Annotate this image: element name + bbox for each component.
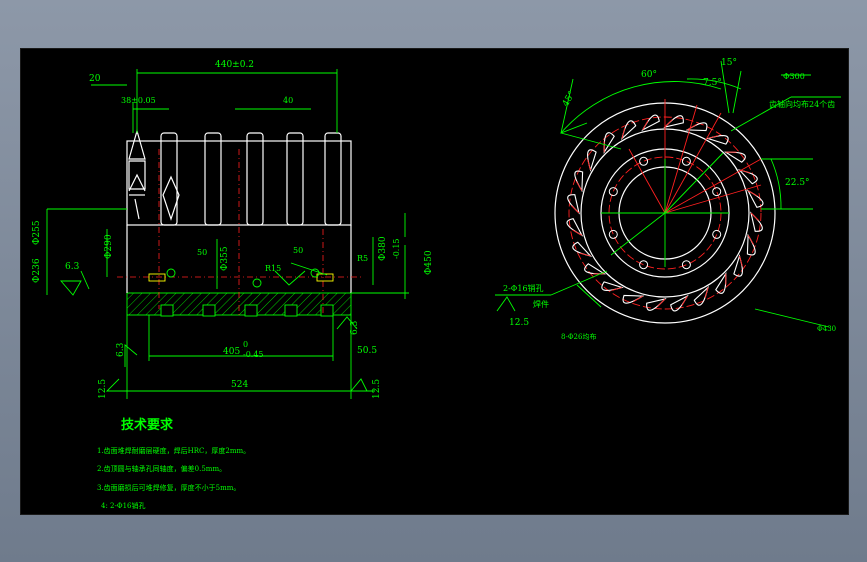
bolt-hole: [681, 156, 691, 166]
bolt-hole: [608, 187, 618, 197]
bolt-hole: [712, 229, 722, 239]
label-bottom-left: 8-Φ26均布: [561, 332, 596, 341]
dim-left-offset: 20: [89, 74, 101, 84]
gear-tooth: [584, 263, 607, 275]
dim-r15: R15: [265, 264, 281, 273]
rough-6-3-b: 6.3: [116, 342, 126, 357]
gear-tooth: [746, 233, 756, 256]
tooth-weld-line: [707, 135, 719, 139]
label-teeth: 齿轴向均布24个齿: [769, 99, 835, 109]
tooth-weld-line: [611, 287, 623, 291]
bolt-hole: [712, 187, 722, 197]
rough-12-5-a: 12.5: [98, 379, 108, 399]
rough-6-3-c: 6.3: [350, 320, 360, 335]
dim-top-overall: 440±0.2: [215, 60, 254, 70]
bolt-hole: [639, 156, 649, 166]
dim-dia-236: Φ236: [32, 258, 42, 283]
technical-requirements: 技术要求 1.齿面堆焊耐磨层硬度，焊后HRC，厚度2mm。 2.齿顶圆与轴承孔同…: [97, 417, 250, 510]
tooth-weld-line: [576, 181, 583, 191]
dim-dia-380: Φ380: [378, 236, 388, 261]
tooth-weld-line: [687, 124, 697, 131]
requirements-title: 技术要求: [121, 417, 174, 433]
dim-width-50a: 50: [197, 248, 207, 257]
tooth-weld-line: [739, 255, 743, 267]
gear-tooth: [670, 294, 689, 312]
dim-tol-380: -0.15: [392, 238, 401, 259]
label-holes: 2-Φ16销孔: [503, 283, 544, 293]
dim-bore-tol-bot: -0.45: [243, 350, 264, 359]
gear-tooth: [603, 132, 615, 155]
tooth-weld-line: [633, 295, 643, 302]
label-weld: 焊件: [533, 299, 549, 309]
dim-overall-524: 524: [231, 380, 248, 390]
dim-width-50b: 50: [293, 246, 303, 255]
angle-45: 45°: [561, 90, 578, 109]
requirement-item: 1.齿面堆焊耐磨层硬度，焊后HRC，厚度2mm。: [97, 446, 250, 455]
drawing-sheet: 440±0.2 20 38±0.05 40 Φ236 Φ255 Φ290 Φ35…: [20, 48, 849, 515]
dim-r5: R5: [357, 254, 368, 263]
dim-pitch-small: 38±0.05: [121, 96, 156, 105]
dim-bore-len: 405: [223, 347, 240, 357]
bolt-hole: [681, 260, 691, 270]
label-bottom-right: Φ430: [817, 325, 836, 333]
dim-right-50: 50.5: [357, 346, 377, 356]
tooth-column-group: [160, 132, 342, 226]
gear-tooth: [574, 170, 584, 193]
tooth-weld-line: [587, 159, 591, 171]
dim-dia-290: Φ290: [104, 234, 114, 259]
angle-15: 15°: [721, 58, 737, 68]
dim-pitch-40: 40: [283, 96, 293, 105]
angle-60: 60°: [641, 70, 657, 80]
front-view: 440±0.2 20 38±0.05 40 Φ236 Φ255 Φ290 Φ35…: [32, 60, 434, 399]
rough-6-3-a: 6.3: [65, 262, 80, 272]
requirement-item: 3.齿面磨损后可堆焊修复，厚度不小于5mm。: [97, 483, 240, 492]
requirement-item: 4: 2-Φ16销孔: [101, 501, 146, 510]
cad-drawing: 440±0.2 20 38±0.05 40 Φ236 Φ255 Φ290 Φ35…: [32, 58, 841, 510]
gear-tooth: [622, 294, 645, 304]
rough-12-5-side: 12.5: [509, 318, 529, 328]
label-top-right: Φ300: [783, 72, 805, 81]
rough-12-5-b: 12.5: [372, 379, 382, 399]
gear-tooth: [715, 271, 727, 294]
dim-dia-355: Φ355: [220, 246, 230, 271]
gear-tooth: [723, 151, 746, 163]
gear-tooth: [746, 189, 764, 208]
side-view: 60° 45° 15° 7.5° 22.5° Φ300 齿轴向均布24个齿 2-…: [495, 58, 841, 341]
bolt-hole: [608, 229, 618, 239]
angle-7-5: 7.5°: [703, 78, 722, 88]
requirement-item: 2.齿顶圆与轴承孔同轴度，偏差0.5mm。: [97, 464, 226, 473]
dim-bore-tol-top: 0: [243, 340, 248, 349]
bolt-hole: [639, 260, 649, 270]
dim-dia-255: Φ255: [32, 220, 42, 245]
dim-dia-450: Φ450: [424, 250, 434, 275]
tooth-weld-line: [747, 235, 754, 245]
angle-22-5: 22.5°: [785, 178, 810, 188]
